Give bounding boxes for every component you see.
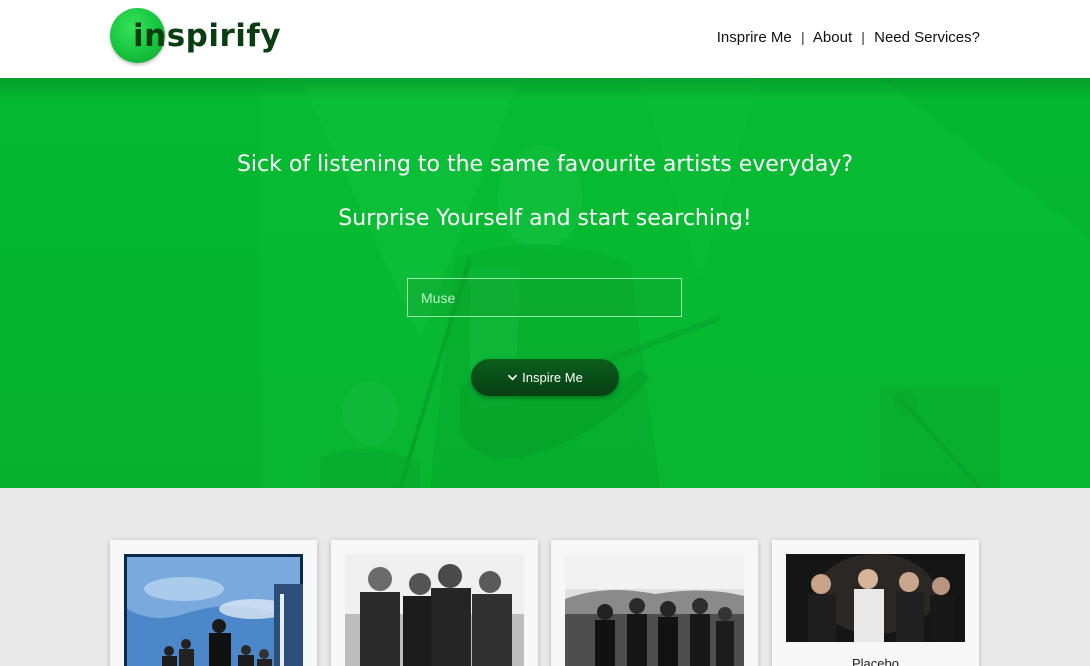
nav-separator: | (861, 29, 865, 45)
artist-photo (345, 554, 524, 666)
inspire-me-button[interactable]: Inspire Me (471, 359, 619, 396)
hero-heading: Sick of listening to the same favourite … (236, 152, 854, 177)
artist-search-input[interactable] (407, 278, 682, 317)
artist-card[interactable] (331, 540, 538, 666)
nav-inspire-me[interactable]: Insprire Me (717, 29, 792, 46)
artist-card[interactable] (110, 540, 317, 666)
nav-separator: | (800, 29, 805, 45)
main-nav: Insprire Me | About | Need Services? (717, 29, 980, 46)
artist-name: Placebo (852, 656, 899, 666)
inspire-me-button-label: Inspire Me (522, 370, 583, 385)
artist-card[interactable] (551, 540, 758, 666)
site-header: inspirify Insprire Me | About | Need Ser… (0, 0, 1090, 78)
nav-need-services[interactable]: Need Services? (874, 29, 980, 46)
artist-photo (565, 554, 744, 666)
artist-card[interactable]: Placebo (772, 540, 979, 666)
nav-about[interactable]: About (813, 29, 852, 46)
hero-subheading: Surprise Yourself and start searching! (338, 206, 752, 231)
logo[interactable]: inspirify (110, 8, 282, 64)
logo-text: inspirify (133, 18, 282, 54)
artist-photo (786, 554, 965, 642)
header-shadow (0, 78, 1090, 100)
hero-section: Sick of listening to the same favourite … (0, 78, 1090, 488)
artist-cards-section: Placebo (0, 488, 1090, 666)
chevron-down-icon (507, 374, 518, 381)
artist-photo (124, 554, 303, 666)
